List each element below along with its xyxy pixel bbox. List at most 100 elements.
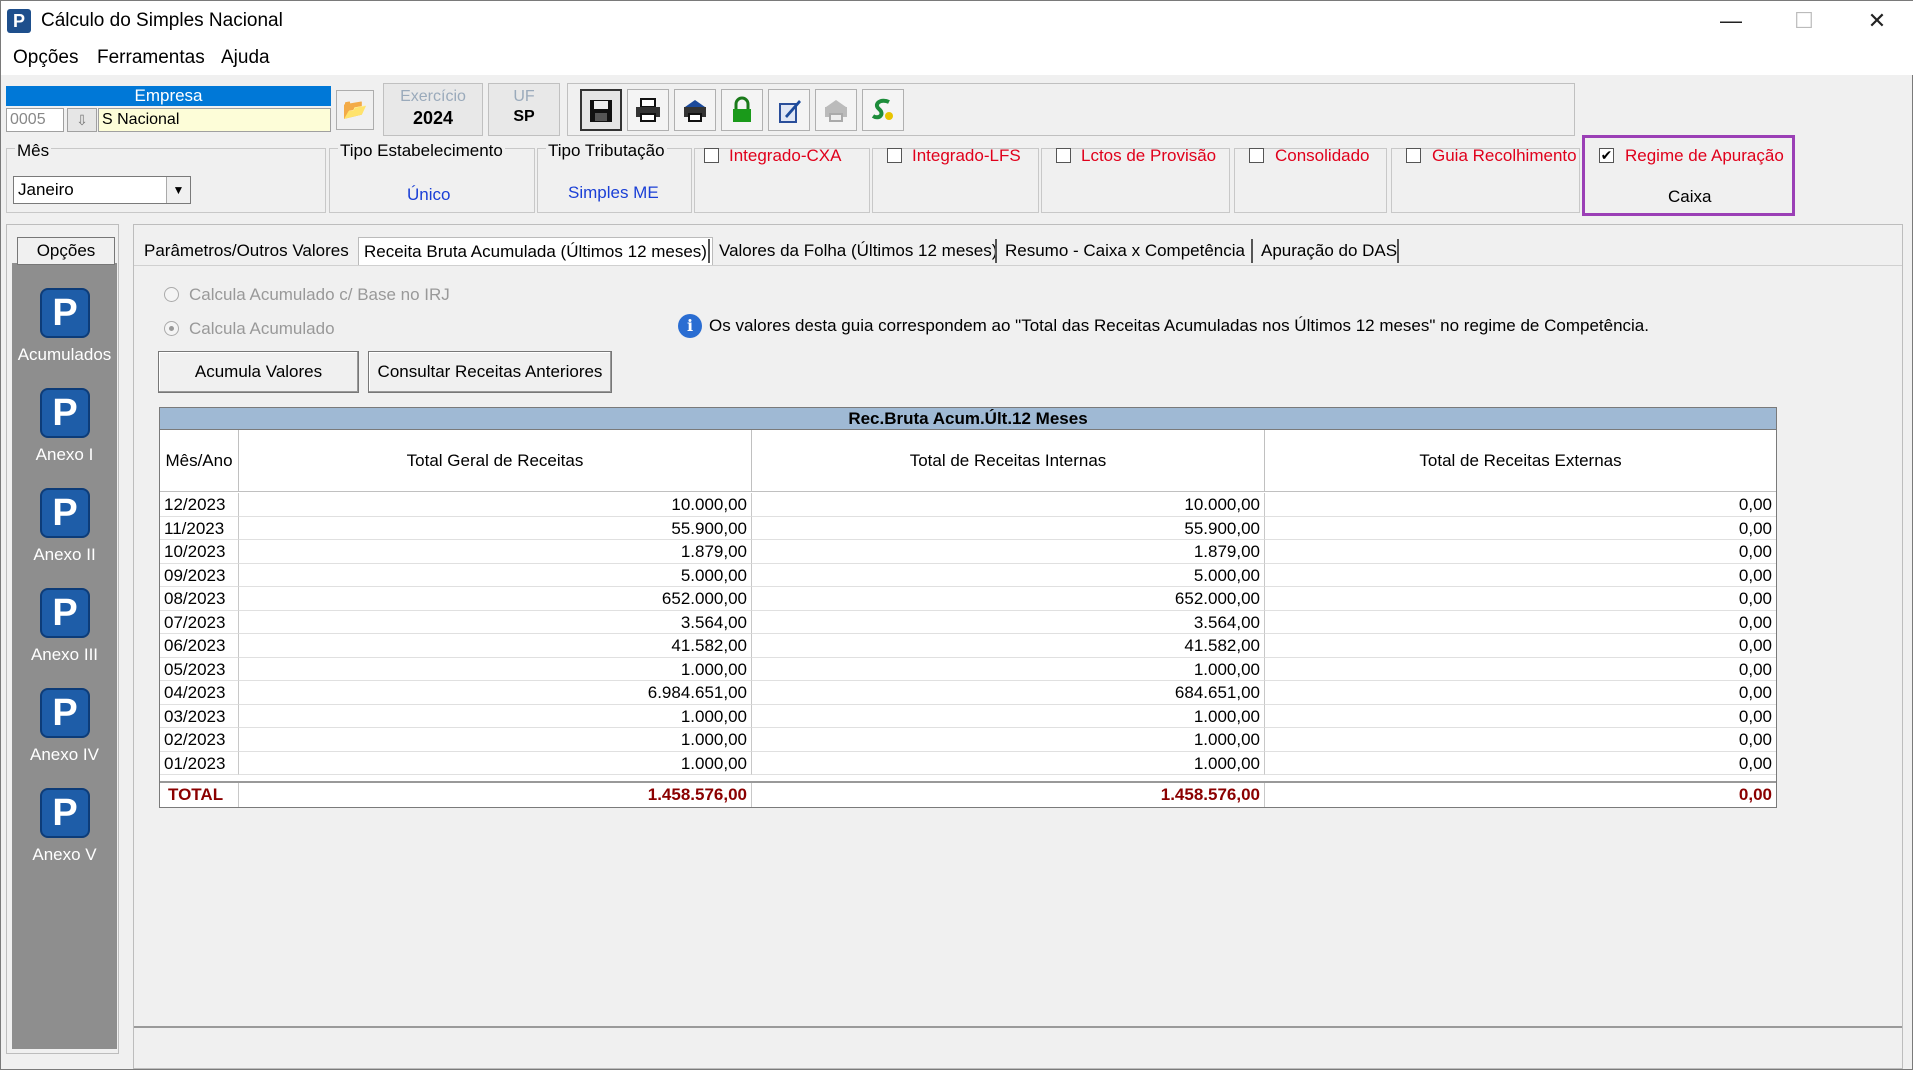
table-row[interactable]: 12/2023 10.000,00 10.000,00 0,00 [160, 493, 1776, 517]
opcoes-button[interactable]: Opções [17, 237, 115, 265]
empresa-label: Empresa [6, 86, 331, 106]
integrado-cxa-label: Integrado-CXA [729, 146, 842, 165]
app-window: P Cálculo do Simples Nacional — ☐ ✕ Opçõ… [0, 0, 1913, 1070]
cell-externas: 0,00 [1265, 705, 1776, 728]
mes-select[interactable]: Janeiro ▼ [13, 176, 191, 204]
cell-total-geral: 652.000,00 [239, 587, 752, 611]
cell-externas: 0,00 [1265, 681, 1776, 705]
cell-externas: 0,00 [1265, 493, 1776, 517]
disabled-printer-button[interactable] [815, 89, 857, 131]
cell-mes-ano: 12/2023 [160, 493, 239, 517]
tab-valores-folha[interactable]: Valores da Folha (Últimos 12 meses) [714, 237, 1002, 265]
acumulados-icon[interactable]: P [40, 288, 90, 338]
table-row[interactable]: 06/2023 41.582,00 41.582,00 0,00 [160, 634, 1776, 658]
consultar-receitas-button[interactable]: Consultar Receitas Anteriores [368, 351, 612, 393]
print-icon [636, 98, 660, 122]
cell-mes-ano: 05/2023 [160, 657, 239, 681]
menu-ferramentas[interactable]: Ferramentas [97, 47, 205, 69]
cell-mes-ano: 10/2023 [160, 540, 239, 564]
tab-apuracao-das[interactable]: Apuração do DAS [1256, 237, 1402, 265]
open-folder-button[interactable]: 📂 [336, 90, 374, 130]
acumula-valores-button[interactable]: Acumula Valores [158, 351, 359, 393]
total-externas-value: 0,00 [1738, 785, 1772, 804]
cell-total-geral: 5.000,00 [239, 563, 752, 587]
cell-internas: 684.651,00 [752, 681, 1265, 705]
cell-mes-ano: 08/2023 [160, 587, 239, 611]
table-row[interactable]: 02/2023 1.000,00 1.000,00 0,00 [160, 728, 1776, 752]
side-item-anexo-iii[interactable]: Anexo III [12, 645, 117, 665]
chevron-down-icon[interactable]: ▼ [166, 177, 190, 203]
total-row: TOTAL 1.458.576,00 1.458.576,00 0,00 [160, 781, 1776, 807]
simples-button[interactable] [862, 89, 904, 131]
app-logo-icon: P [7, 9, 31, 33]
col-header-total-geral: Total Geral de Receitas [239, 430, 752, 492]
radio-calcula-acumulado[interactable] [164, 321, 179, 336]
table-row[interactable]: 01/2023 1.000,00 1.000,00 0,00 [160, 751, 1776, 775]
integrado-cxa-checkbox[interactable] [704, 148, 719, 163]
save-icon [590, 100, 612, 122]
anexo-ii-icon[interactable]: P [40, 488, 90, 538]
tab-separator [1251, 239, 1253, 263]
maximize-button[interactable]: ☐ [1774, 1, 1834, 41]
cell-internas: 1.000,00 [752, 704, 1265, 728]
anexo-iii-icon[interactable]: P [40, 588, 90, 638]
table-row[interactable]: 10/2023 1.879,00 1.879,00 0,00 [160, 540, 1776, 564]
bottom-divider [134, 1026, 1902, 1028]
minimize-button[interactable]: — [1701, 1, 1761, 41]
cell-mes-ano: 11/2023 [160, 516, 239, 540]
receita-grid: Rec.Bruta Acum.Últ.12 Meses Mês/Ano Tota… [159, 407, 1777, 808]
menu-ajuda[interactable]: Ajuda [221, 47, 270, 69]
disabled-printer-icon [825, 100, 847, 122]
exercicio-value: 2024 [412, 108, 454, 128]
empresa-lookup-button[interactable]: ⇩ [67, 108, 97, 132]
table-row[interactable]: 09/2023 5.000,00 5.000,00 0,00 [160, 563, 1776, 587]
cell-total-geral: 1.000,00 [239, 704, 752, 728]
consolidado-checkbox[interactable] [1249, 148, 1264, 163]
radio-acumulado-irj[interactable] [164, 287, 179, 302]
printer-setup-button[interactable] [674, 89, 716, 131]
regime-apuracao-value: Caixa [1668, 187, 1712, 206]
anexo-i-icon[interactable]: P [40, 388, 90, 438]
empresa-code-field[interactable]: 0005 [6, 108, 64, 132]
menu-bar: Opções Ferramentas Ajuda [1, 41, 1913, 75]
save-button[interactable] [580, 89, 622, 131]
side-item-anexo-ii[interactable]: Anexo II [12, 545, 117, 565]
tab-resumo[interactable]: Resumo - Caixa x Competência [1000, 237, 1250, 265]
side-item-acumulados[interactable]: Acumulados [12, 345, 117, 365]
tab-parametros[interactable]: Parâmetros/Outros Valores [139, 237, 354, 265]
table-row[interactable]: 08/2023 652.000,00 652.000,00 0,00 [160, 587, 1776, 611]
cell-externas: 0,00 [1265, 564, 1776, 587]
regime-apuracao-checkbox[interactable]: ✔ [1599, 148, 1614, 163]
close-button[interactable]: ✕ [1847, 1, 1907, 41]
print-button[interactable] [627, 89, 669, 131]
table-row[interactable]: 04/2023 6.984.651,00 684.651,00 0,00 [160, 681, 1776, 705]
printer-setup-icon [684, 100, 706, 122]
tipo-tributacao-label: Tipo Tributação [546, 141, 667, 161]
cell-internas: 652.000,00 [752, 587, 1265, 611]
table-row[interactable]: 05/2023 1.000,00 1.000,00 0,00 [160, 657, 1776, 681]
total-internas-value: 1.458.576,00 [752, 783, 1265, 807]
cell-internas: 10.000,00 [752, 493, 1265, 517]
anexo-v-icon[interactable]: P [40, 788, 90, 838]
table-row[interactable]: 11/2023 55.900,00 55.900,00 0,00 [160, 516, 1776, 540]
cell-externas: 0,00 [1265, 517, 1776, 540]
tab-receita-bruta[interactable]: Receita Bruta Acumulada (Últimos 12 mese… [358, 237, 713, 265]
lctos-provisao-checkbox[interactable] [1056, 148, 1071, 163]
lock-button[interactable] [721, 89, 763, 131]
empresa-name-field[interactable]: S Nacional [98, 108, 331, 132]
anexo-iv-icon[interactable]: P [40, 688, 90, 738]
exercicio-label: Exercício [400, 88, 466, 105]
edit-button[interactable] [768, 89, 810, 131]
side-item-anexo-v[interactable]: Anexo V [12, 845, 117, 865]
table-row[interactable]: 07/2023 3.564,00 3.564,00 0,00 [160, 610, 1776, 634]
regime-apuracao-label: Regime de Apuração [1625, 146, 1784, 165]
menu-opcoes[interactable]: Opções [13, 47, 78, 69]
table-row[interactable]: 03/2023 1.000,00 1.000,00 0,00 [160, 704, 1776, 728]
side-item-anexo-i[interactable]: Anexo I [12, 445, 117, 465]
side-item-anexo-iv[interactable]: Anexo IV [12, 745, 117, 765]
guia-recolhimento-checkbox[interactable] [1406, 148, 1421, 163]
cell-total-geral: 1.000,00 [239, 657, 752, 681]
cell-internas: 3.564,00 [752, 610, 1265, 634]
tab-separator [708, 239, 710, 263]
integrado-lfs-checkbox[interactable] [887, 148, 902, 163]
